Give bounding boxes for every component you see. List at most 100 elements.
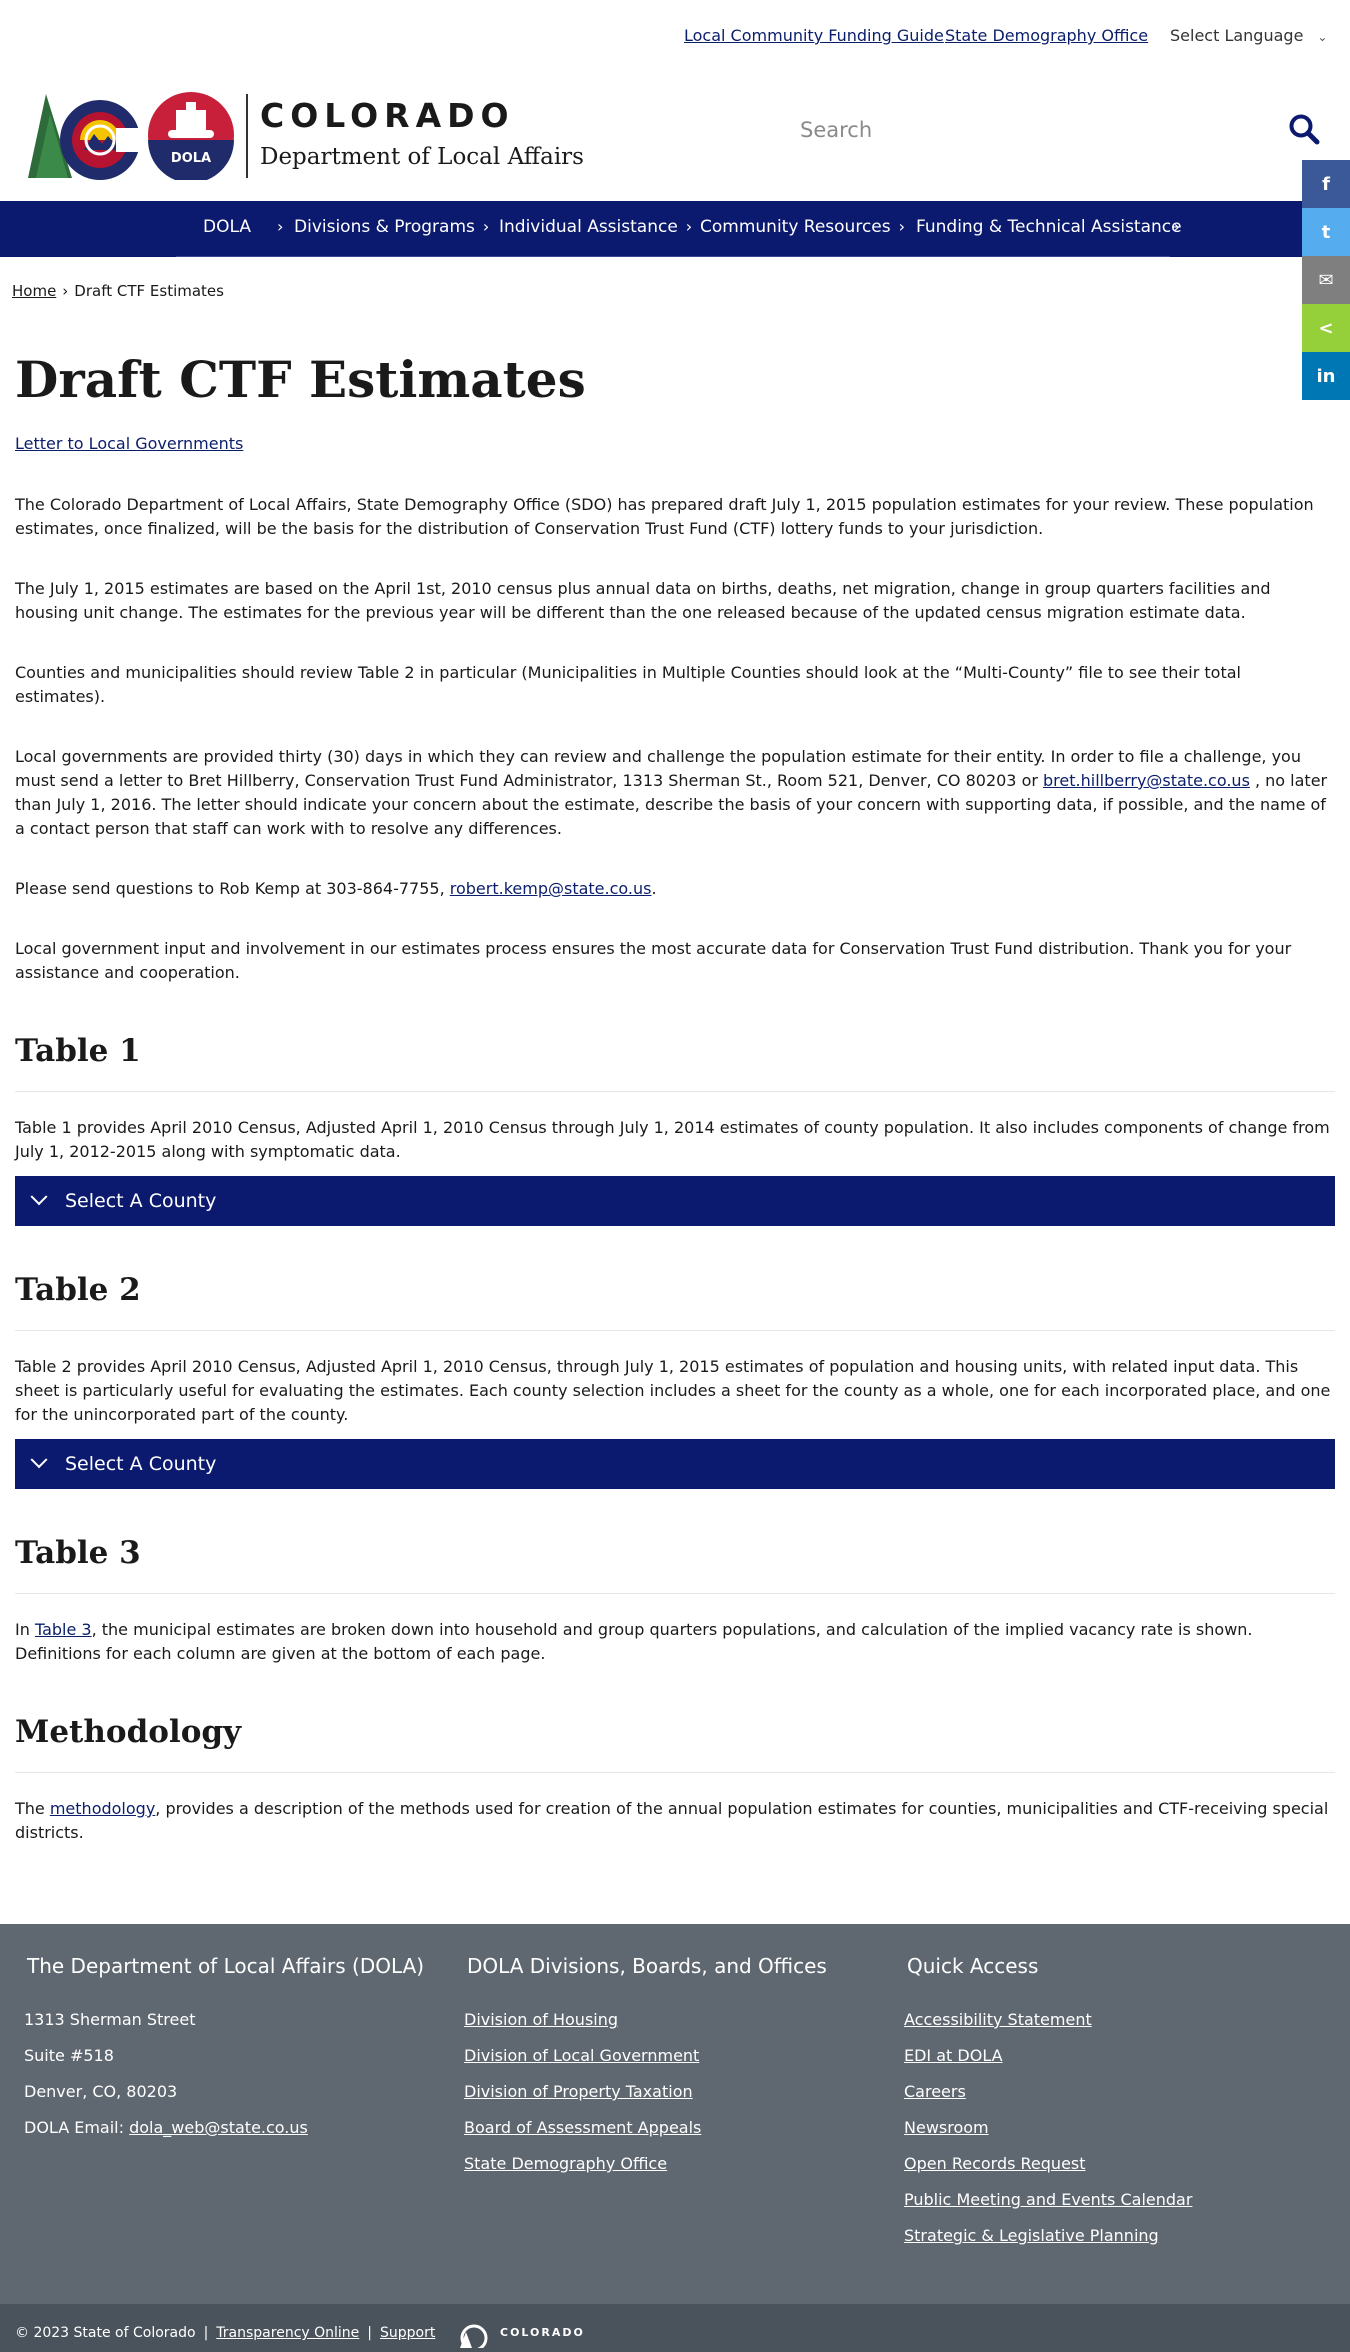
nav-item-funding-technical-assistance[interactable]: Funding & Technical Assistance› bbox=[916, 217, 1182, 237]
twitter-share-icon[interactable]: t bbox=[1302, 208, 1350, 256]
footer-link-newsroom[interactable]: Newsroom bbox=[904, 2118, 989, 2137]
copyright-line: © 2023 State of Colorado | Transparency On… bbox=[15, 2325, 436, 2341]
nav-item-divisions-programs[interactable]: Divisions & Programs › bbox=[294, 217, 489, 237]
methodology-heading: Methodology bbox=[15, 1714, 1335, 1773]
footer-email-line: DOLA Email: dola_web@state.co.us bbox=[24, 2118, 424, 2154]
local-community-funding-guide-link[interactable]: Local Community Funding Guide bbox=[684, 26, 944, 45]
footer-email-label: DOLA Email: bbox=[24, 2118, 130, 2137]
share-icon[interactable]: < bbox=[1302, 304, 1350, 352]
letter-to-local-governments-link[interactable]: Letter to Local Governments bbox=[15, 434, 1335, 453]
nav-item-community-resources[interactable]: Community Resources › bbox=[700, 217, 905, 237]
questions-text-b: . bbox=[651, 879, 657, 898]
site-header: DOLA COLORADO Department of Local Affair… bbox=[0, 80, 1350, 200]
chevron-down-icon bbox=[30, 1188, 48, 1206]
intro-paragraph: The Colorado Department of Local Affairs… bbox=[15, 495, 1314, 538]
colorado-dola-logo[interactable]: DOLA COLORADO Department of Local Affair… bbox=[28, 86, 588, 186]
accordion-label: Select A County bbox=[65, 1453, 217, 1475]
nav-item-label: DOLA bbox=[203, 217, 251, 237]
footer-address-line: Denver, CO, 80203 bbox=[24, 2082, 178, 2101]
footer-link-edi-at-dola[interactable]: EDI at DOLA bbox=[904, 2046, 1003, 2065]
search-input[interactable] bbox=[800, 110, 1250, 150]
footer-link-public-meeting-calendar[interactable]: Public Meeting and Events Calendar bbox=[904, 2190, 1192, 2209]
search-button[interactable] bbox=[1286, 112, 1322, 148]
thanks-paragraph: Local government input and involvement i… bbox=[15, 939, 1292, 982]
chevron-down-icon: ⌄ bbox=[1317, 30, 1328, 44]
utility-bar: Local Community Funding Guide State Demo… bbox=[0, 26, 1350, 50]
table1-heading: Table 1 bbox=[15, 1033, 1335, 1092]
table3-heading: Table 3 bbox=[15, 1535, 1335, 1594]
table1-select-county-accordion[interactable]: Select A County bbox=[15, 1176, 1335, 1226]
footer-link-division-of-property-taxation[interactable]: Division of Property Taxation bbox=[464, 2082, 693, 2101]
transparency-online-link[interactable]: Transparency Online bbox=[216, 2325, 359, 2341]
main-content: Draft CTF Estimates Letter to Local Gove… bbox=[15, 350, 1335, 1881]
language-select-label: Select Language bbox=[1170, 26, 1304, 45]
language-select[interactable]: Select Language ⌄ bbox=[1170, 26, 1327, 45]
footer-email-link[interactable]: dola_web@state.co.us bbox=[129, 2118, 308, 2137]
footer-link-board-of-assessment-appeals[interactable]: Board of Assessment Appeals bbox=[464, 2118, 701, 2137]
logo-subtitle: Department of Local Affairs bbox=[260, 144, 584, 170]
breadcrumb-separator: › bbox=[62, 282, 69, 300]
footer-col-title: Quick Access bbox=[907, 1954, 1039, 1978]
table3-text-b: , the municipal estimates are broken dow… bbox=[15, 1620, 1253, 1663]
method-text-a: The bbox=[15, 1799, 50, 1818]
footer-col-title: The Department of Local Affairs (DOLA) bbox=[27, 1954, 425, 1978]
nav-item-label: Individual Assistance bbox=[499, 217, 678, 237]
breadcrumb: Home › Draft CTF Estimates bbox=[12, 282, 224, 300]
nav-item-label: Community Resources bbox=[700, 217, 891, 237]
copyright-text: © 2023 State of Colorado bbox=[15, 2325, 196, 2341]
bret-email-link[interactable]: bret.hillberry@state.co.us bbox=[1043, 771, 1250, 790]
methodology-link[interactable]: methodology bbox=[50, 1799, 155, 1818]
table2-select-county-accordion[interactable]: Select A County bbox=[15, 1439, 1335, 1489]
footer-link-division-of-local-government[interactable]: Division of Local Government bbox=[464, 2046, 699, 2065]
footer-link-accessibility-statement[interactable]: Accessibility Statement bbox=[904, 2010, 1092, 2029]
table1-description: Table 1 provides April 2010 Census, Adju… bbox=[15, 1118, 1330, 1161]
colorado-portal-logo-icon bbox=[460, 2324, 488, 2348]
colorado-c-logo-icon bbox=[28, 94, 144, 180]
rob-email-link[interactable]: robert.kemp@state.co.us bbox=[450, 879, 652, 898]
chevron-right-icon: › bbox=[276, 217, 284, 236]
table3-link[interactable]: Table 3 bbox=[35, 1620, 92, 1639]
chevron-right-icon: › bbox=[898, 217, 906, 236]
svg-text:DOLA: DOLA bbox=[171, 151, 211, 166]
support-link[interactable]: Support bbox=[380, 2325, 435, 2341]
site-footer: The Department of Local Affairs (DOLA) 1… bbox=[0, 1924, 1350, 2304]
footer-address-line: 1313 Sherman Street bbox=[24, 2010, 196, 2029]
footer-link-division-of-housing[interactable]: Division of Housing bbox=[464, 2010, 618, 2029]
footer-link-state-demography-office[interactable]: State Demography Office bbox=[464, 2154, 667, 2173]
dola-seal-icon: DOLA bbox=[148, 92, 234, 180]
questions-text-a: Please send questions to Rob Kemp at 303… bbox=[15, 879, 450, 898]
footer-link-careers[interactable]: Careers bbox=[904, 2082, 966, 2101]
main-navigation: DOLA › Divisions & Programs › Individual A… bbox=[0, 201, 1350, 257]
accordion-label: Select A County bbox=[65, 1190, 217, 1212]
breadcrumb-current: Draft CTF Estimates bbox=[74, 282, 224, 300]
table2-heading: Table 2 bbox=[15, 1272, 1335, 1331]
email-share-icon[interactable]: ✉ bbox=[1302, 256, 1350, 304]
review-paragraph: Counties and municipalities should revie… bbox=[15, 663, 1241, 706]
page-title: Draft CTF Estimates bbox=[15, 350, 586, 409]
facebook-share-icon[interactable]: f bbox=[1302, 160, 1350, 208]
breadcrumb-home-link[interactable]: Home bbox=[12, 282, 56, 300]
footer-col-divisions: DOLA Divisions, Boards, and Offices Divi… bbox=[464, 1954, 827, 2190]
footer-address-line: Suite #518 bbox=[24, 2046, 114, 2065]
footer-col-quick-access: Quick Access Accessibility Statement EDI… bbox=[904, 1954, 1192, 2262]
footer-col-dola: The Department of Local Affairs (DOLA) 1… bbox=[24, 1954, 424, 2154]
method-text-b: , provides a description of the methods … bbox=[15, 1799, 1329, 1842]
table3-description: In Table 3, the municipal estimates are … bbox=[15, 1618, 1335, 1666]
footer-col-title: DOLA Divisions, Boards, and Offices bbox=[467, 1954, 827, 1978]
methodology-description: The methodology, provides a description … bbox=[15, 1797, 1335, 1845]
nav-item-label: Funding & Technical Assistance bbox=[916, 217, 1182, 237]
portal-name: COLORADO bbox=[500, 2326, 585, 2339]
estimates-basis-paragraph: The July 1, 2015 estimates are based on … bbox=[15, 579, 1271, 622]
state-demography-office-link[interactable]: State Demography Office bbox=[945, 26, 1148, 45]
nav-inner: DOLA › Divisions & Programs › Individual A… bbox=[176, 201, 1182, 257]
chevron-right-icon: › bbox=[1173, 217, 1180, 236]
logo-divider bbox=[246, 94, 248, 178]
table3-text-a: In bbox=[15, 1620, 35, 1639]
footer-link-open-records-request[interactable]: Open Records Request bbox=[904, 2154, 1086, 2173]
sub-footer: © 2023 State of Colorado | Transparency On… bbox=[0, 2304, 1350, 2352]
nav-item-individual-assistance[interactable]: Individual Assistance › bbox=[499, 217, 692, 237]
nav-item-dola[interactable]: DOLA › bbox=[203, 217, 283, 237]
chevron-down-icon bbox=[30, 1451, 48, 1469]
chevron-right-icon: › bbox=[685, 217, 693, 236]
footer-link-strategic-legislative-planning[interactable]: Strategic & Legislative Planning bbox=[904, 2226, 1159, 2245]
